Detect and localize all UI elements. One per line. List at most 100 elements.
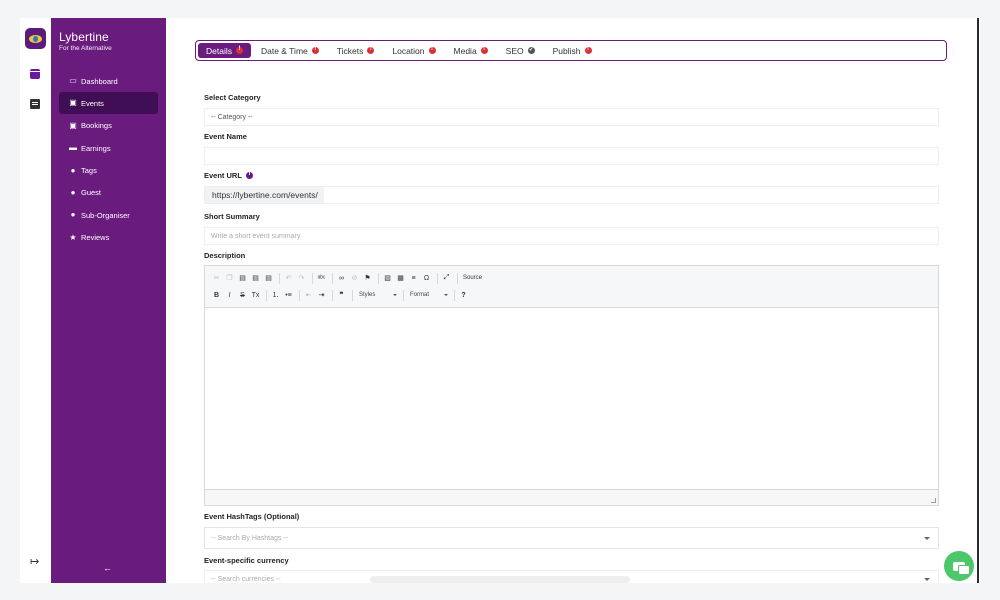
- brand-name: Lybertine: [59, 30, 109, 44]
- toolbar-divider: [312, 272, 313, 284]
- calendar-icon: ▣: [69, 98, 77, 108]
- event-name-input[interactable]: [204, 147, 939, 165]
- cut-icon[interactable]: ✂: [211, 274, 222, 282]
- document-icon[interactable]: [30, 99, 40, 109]
- tab-tickets[interactable]: Tickets: [329, 43, 383, 58]
- bulleted-list-icon[interactable]: •≡: [283, 292, 294, 299]
- currency-label: Event-specific currency: [204, 556, 289, 565]
- unlink-icon[interactable]: ⊘: [349, 274, 360, 282]
- scrollbar[interactable]: [977, 18, 979, 583]
- special-char-icon[interactable]: Ω: [421, 275, 432, 282]
- link-icon[interactable]: ∞: [336, 275, 347, 282]
- tab-details[interactable]: Details: [198, 43, 251, 58]
- category-value: -- Category --: [211, 113, 253, 121]
- toolbar-divider: [299, 289, 300, 301]
- sidebar-item-bookings[interactable]: ▣ Bookings: [59, 115, 158, 137]
- format-dropdown[interactable]: Format: [407, 289, 451, 301]
- tab-seo[interactable]: SEO: [498, 43, 543, 58]
- source-button[interactable]: Source: [463, 275, 482, 281]
- indent-icon[interactable]: ⇥: [316, 291, 327, 299]
- hashtags-select[interactable]: -- Search By Hashtags --: [204, 527, 939, 549]
- styles-dropdown[interactable]: Styles: [356, 289, 400, 301]
- sidebar-nav: ▭ Dashboard ▣ Events ▣ Bookings ▬ Earnings ● Tags…: [59, 70, 158, 249]
- toolbar-divider: [378, 272, 379, 284]
- styles-label: Styles: [359, 292, 376, 298]
- error-badge-icon: [480, 46, 488, 54]
- sidebar-item-dashboard[interactable]: ▭ Dashboard: [59, 70, 158, 92]
- tab-publish[interactable]: Publish: [545, 43, 600, 58]
- chevron-down-icon: [924, 578, 930, 581]
- info-icon[interactable]: [245, 171, 253, 179]
- category-select[interactable]: -- Category --: [204, 108, 939, 126]
- star-icon: ★: [69, 232, 77, 242]
- undo-icon[interactable]: ↶: [283, 274, 294, 282]
- calendar-icon[interactable]: [30, 69, 40, 79]
- tab-label: Details: [206, 45, 232, 56]
- remove-format-icon[interactable]: Tx: [250, 292, 261, 299]
- sidebar-item-guest[interactable]: ● Guest: [59, 182, 158, 204]
- anchor-flag-icon[interactable]: ⚑: [362, 274, 373, 282]
- collapse-sidebar-icon[interactable]: ←: [103, 563, 112, 573]
- sidebar-item-sub-organiser[interactable]: ● Sub-Organiser: [59, 204, 158, 226]
- tab-label: SEO: [505, 45, 524, 56]
- sidebar-item-reviews[interactable]: ★ Reviews: [59, 227, 158, 249]
- error-badge-icon: [584, 46, 592, 54]
- help-button[interactable]: ?: [458, 292, 469, 299]
- bold-icon[interactable]: B: [211, 292, 222, 299]
- logout-icon[interactable]: ↦: [30, 557, 40, 568]
- event-form: Select Category -- Category -- Event Nam…: [197, 83, 947, 583]
- strikethrough-icon[interactable]: S: [237, 292, 248, 299]
- user-icon: ●: [70, 210, 76, 220]
- tab-location[interactable]: Location: [384, 43, 443, 58]
- chat-button[interactable]: [944, 551, 974, 581]
- error-badge-icon: [428, 46, 436, 54]
- paste-word-icon[interactable]: ▤: [263, 274, 274, 282]
- spellcheck-icon[interactable]: ᵃᵇᶜ: [316, 275, 327, 282]
- copy-icon[interactable]: ❐: [224, 274, 235, 282]
- redo-icon[interactable]: ↷: [296, 274, 307, 282]
- blockquote-icon[interactable]: ❞: [336, 291, 347, 299]
- event-name-label: Event Name: [204, 132, 247, 141]
- monitor-icon: ▭: [69, 76, 77, 85]
- tab-date-time[interactable]: Date & Time: [253, 43, 327, 58]
- hashtags-placeholder: -- Search By Hashtags --: [211, 534, 289, 542]
- sidebar-item-earnings[interactable]: ▬ Earnings: [59, 137, 158, 159]
- paste-text-icon[interactable]: ▤: [250, 274, 261, 282]
- sidebar-item-label: Events: [81, 98, 104, 108]
- image-icon[interactable]: ▧: [382, 274, 393, 282]
- app-logo[interactable]: [25, 28, 46, 49]
- sidebar-item-label: Guest: [81, 188, 102, 198]
- sidebar-item-label: Reviews: [81, 233, 110, 243]
- summary-input[interactable]: Write a short event summary: [204, 227, 939, 245]
- check-badge-icon: [527, 47, 535, 54]
- chat-bubbles-icon: [953, 561, 970, 575]
- toast-shadow: [370, 576, 630, 583]
- event-url-label: Event URL: [204, 171, 253, 180]
- sidebar-item-tags[interactable]: ● Tags: [59, 160, 158, 182]
- sidebar-item-events[interactable]: ▣ Events: [59, 92, 158, 115]
- eye-logo-icon: [29, 34, 42, 43]
- editor-content-area[interactable]: [205, 307, 938, 490]
- summary-placeholder: Write a short event summary: [211, 232, 301, 240]
- error-badge-icon: [311, 46, 319, 54]
- resize-handle-icon[interactable]: [931, 498, 936, 503]
- outdent-icon[interactable]: ⇤: [303, 291, 314, 299]
- brand-tagline: For the Alternative: [59, 45, 112, 52]
- maximize-icon[interactable]: ⤢: [441, 274, 452, 282]
- tab-media[interactable]: Media: [446, 43, 496, 58]
- brand: Lybertine For the Alternative: [59, 30, 112, 52]
- horizontal-line-icon[interactable]: ≡: [408, 275, 419, 282]
- sidebar: Lybertine For the Alternative ▭ Dashboard…: [51, 18, 166, 583]
- italic-icon[interactable]: I: [224, 292, 235, 299]
- numbered-list-icon[interactable]: ⒈: [270, 290, 281, 300]
- currency-placeholder: -- Search currencies --: [211, 576, 281, 583]
- table-icon[interactable]: ▦: [395, 274, 406, 282]
- event-url-input[interactable]: https://lybertine.com/events/: [204, 186, 939, 204]
- sidebar-item-label: Sub-Organiser: [81, 210, 130, 220]
- format-label: Format: [410, 292, 430, 298]
- sidebar-item-label: Dashboard: [81, 76, 118, 86]
- chevron-down-icon: [924, 537, 930, 540]
- toolbar-divider: [454, 289, 455, 301]
- paste-icon[interactable]: ▤: [237, 274, 248, 282]
- toolbar-divider: [266, 289, 267, 301]
